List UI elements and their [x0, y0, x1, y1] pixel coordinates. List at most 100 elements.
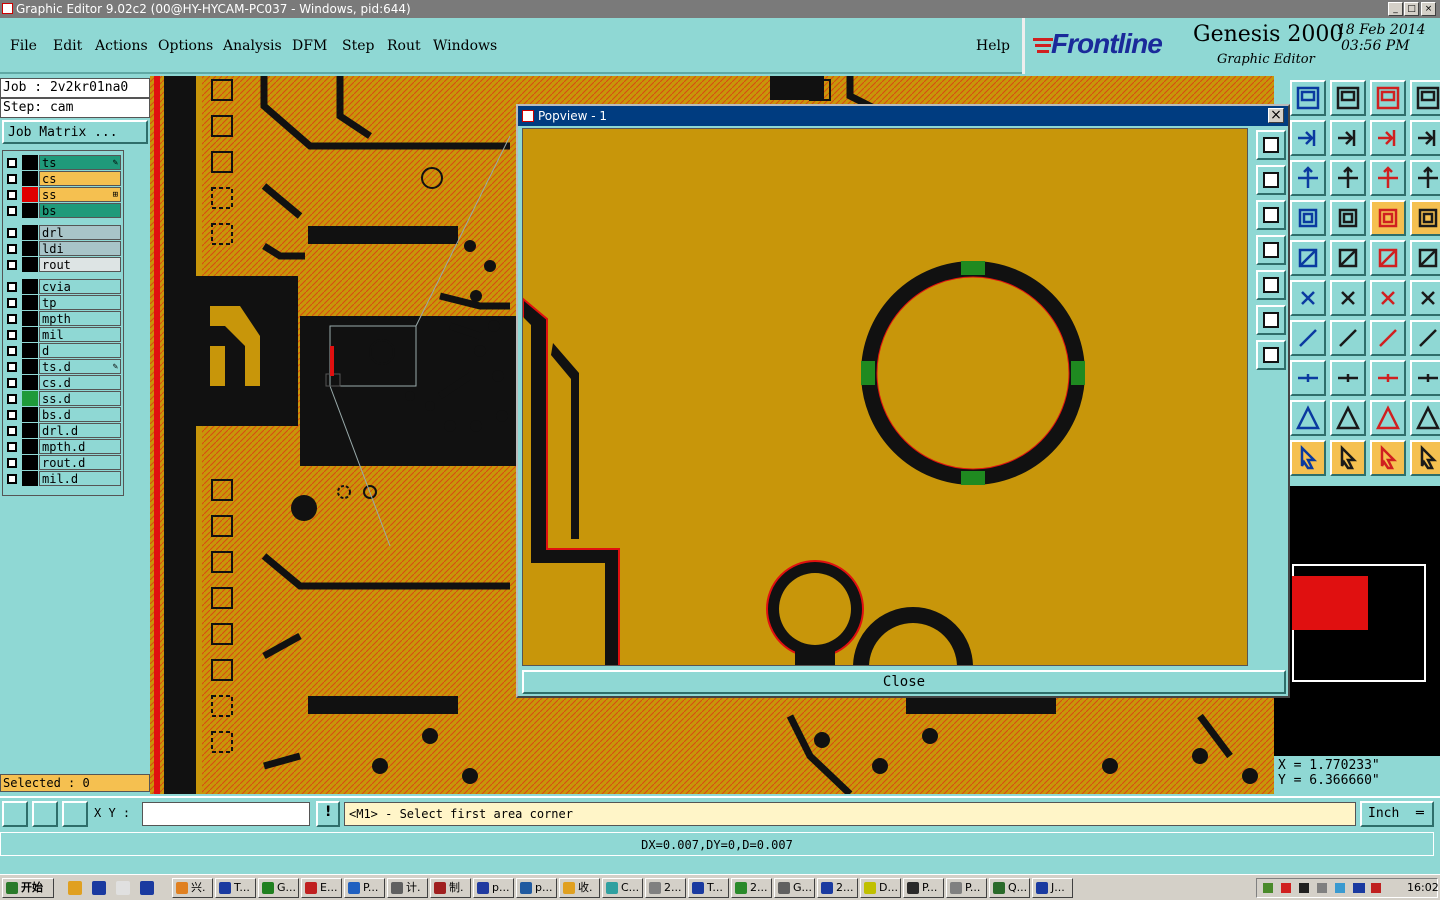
- polygon-a-icon[interactable]: [1370, 400, 1406, 436]
- layer-active-swatch[interactable]: [22, 391, 38, 406]
- layer-active-swatch[interactable]: [22, 359, 38, 374]
- layer-checkbox[interactable]: [7, 330, 17, 340]
- layer-name[interactable]: cs: [39, 171, 121, 186]
- taskbar-item[interactable]: 计.: [387, 878, 428, 898]
- layer-name[interactable]: drl.d: [39, 423, 121, 438]
- taskbar-item[interactable]: J...: [1032, 878, 1073, 898]
- layer-name[interactable]: bs.d: [39, 407, 121, 422]
- point-icon[interactable]: [1290, 360, 1326, 396]
- node-icon[interactable]: [1290, 280, 1326, 316]
- unit-selector[interactable]: Inch ═: [1360, 801, 1434, 827]
- popview-canvas[interactable]: [522, 128, 1248, 666]
- layer-name[interactable]: mil: [39, 327, 121, 342]
- layer-checkbox[interactable]: [7, 474, 17, 484]
- layer-name[interactable]: d: [39, 343, 121, 358]
- popview-bottom-icon[interactable]: [1256, 200, 1286, 230]
- popview-left-icon[interactable]: [1256, 235, 1286, 265]
- layer-checkbox[interactable]: [7, 228, 17, 238]
- layer-active-swatch[interactable]: [22, 311, 38, 326]
- layer-active-swatch[interactable]: [22, 279, 38, 294]
- select-b-icon[interactable]: [1330, 440, 1366, 476]
- quick-launch-icon[interactable]: [68, 881, 82, 895]
- layer-name[interactable]: ldi: [39, 241, 121, 256]
- alert-icon[interactable]: !: [316, 801, 340, 827]
- popview-zoom-icon[interactable]: [1256, 130, 1286, 160]
- layer-name[interactable]: rout: [39, 257, 121, 272]
- scale-icon[interactable]: [1370, 160, 1406, 196]
- layer-active-swatch[interactable]: [22, 423, 38, 438]
- taskbar-item[interactable]: 2...: [817, 878, 858, 898]
- ime-icon[interactable]: [1371, 883, 1381, 893]
- menu-dfm[interactable]: DFM: [292, 38, 327, 54]
- net-icon[interactable]: [1370, 200, 1406, 236]
- layer-checkbox[interactable]: [7, 174, 17, 184]
- layer-row-cs[interactable]: cs: [5, 171, 121, 186]
- popview-fit-icon[interactable]: [1256, 305, 1286, 335]
- top-view-icon[interactable]: [1290, 80, 1326, 116]
- popview-right-icon[interactable]: [1256, 270, 1286, 300]
- popview-pan-icon[interactable]: [1256, 340, 1286, 370]
- taskbar-item[interactable]: Q...: [989, 878, 1030, 898]
- language-icon[interactable]: [1353, 883, 1365, 893]
- tray-icon-2[interactable]: [1281, 883, 1291, 893]
- layer-checkbox[interactable]: [7, 298, 17, 308]
- shapes-icon[interactable]: [1410, 360, 1440, 396]
- tray-icon-1[interactable]: [1263, 883, 1273, 893]
- layer-checkbox[interactable]: [7, 158, 17, 168]
- menu-help[interactable]: Help: [976, 38, 1010, 54]
- layer-active-swatch[interactable]: [22, 203, 38, 218]
- net-analyze-icon[interactable]: [1410, 200, 1440, 236]
- layer-row-rout[interactable]: rout: [5, 257, 121, 272]
- polygon-icon[interactable]: [1330, 400, 1366, 436]
- layer-active-swatch[interactable]: [22, 471, 38, 486]
- layer-active-swatch[interactable]: [22, 257, 38, 272]
- query-icon[interactable]: [1410, 160, 1440, 196]
- popview-title-bar[interactable]: Popview - 1 ×: [518, 106, 1288, 126]
- layer-row-cs-d[interactable]: cs.d: [5, 375, 121, 390]
- layer-checkbox[interactable]: [7, 206, 17, 216]
- popview-close-icon[interactable]: ×: [1268, 108, 1284, 123]
- layer-name[interactable]: ts.d ✎: [39, 359, 121, 374]
- layer-row-bs-d[interactable]: bs.d: [5, 407, 121, 422]
- layer-name[interactable]: cs.d: [39, 375, 121, 390]
- layer-row-cvia[interactable]: cvia: [5, 279, 121, 294]
- connect-icon[interactable]: [1370, 280, 1406, 316]
- popview-close-button[interactable]: Close: [522, 670, 1286, 694]
- select-c-icon[interactable]: [1370, 440, 1406, 476]
- polygon-b-icon[interactable]: [1410, 400, 1440, 436]
- triangle-icon[interactable]: [1290, 400, 1326, 436]
- taskbar-item[interactable]: 2...: [731, 878, 772, 898]
- layer-active-swatch[interactable]: [22, 155, 38, 170]
- layer-active-swatch[interactable]: [22, 295, 38, 310]
- layer-checkbox[interactable]: [7, 346, 17, 356]
- menu-file[interactable]: File: [10, 38, 37, 54]
- layer-checkbox[interactable]: [7, 190, 17, 200]
- quick-launch-icon[interactable]: [92, 881, 106, 895]
- layer-checkbox[interactable]: [7, 260, 17, 270]
- layer-row-drl[interactable]: drl: [5, 225, 121, 240]
- feature-icon[interactable]: [1330, 240, 1366, 276]
- popview-top-icon[interactable]: [1256, 165, 1286, 195]
- layer-name[interactable]: ts ✎: [39, 155, 121, 170]
- layer-row-mpth-d[interactable]: mpth.d: [5, 439, 121, 454]
- flip-icon[interactable]: [1410, 320, 1440, 356]
- menu-options[interactable]: Options: [158, 38, 213, 54]
- layer-active-swatch[interactable]: [22, 327, 38, 342]
- clearance-icon[interactable]: [1370, 360, 1406, 396]
- menu-actions[interactable]: Actions: [95, 38, 148, 54]
- taskbar-item[interactable]: C...: [602, 878, 643, 898]
- layer-row-ts-d[interactable]: ts.d ✎: [5, 359, 121, 374]
- menu-step[interactable]: Step: [342, 38, 374, 54]
- minimize-button[interactable]: _: [1388, 2, 1403, 16]
- layer-row-ss[interactable]: ss ⊞: [5, 187, 121, 202]
- dot-icon[interactable]: [1410, 240, 1440, 276]
- layer-row-bs[interactable]: bs: [5, 203, 121, 218]
- grid-icon[interactable]: [1330, 200, 1366, 236]
- layer-checkbox[interactable]: [7, 394, 17, 404]
- layer-row-drl-d[interactable]: drl.d: [5, 423, 121, 438]
- window-icon[interactable]: [1410, 80, 1440, 116]
- quick-launch-icon[interactable]: [140, 881, 154, 895]
- hline-icon[interactable]: [1330, 360, 1366, 396]
- layer-name[interactable]: bs: [39, 203, 121, 218]
- arc-icon[interactable]: [1370, 320, 1406, 356]
